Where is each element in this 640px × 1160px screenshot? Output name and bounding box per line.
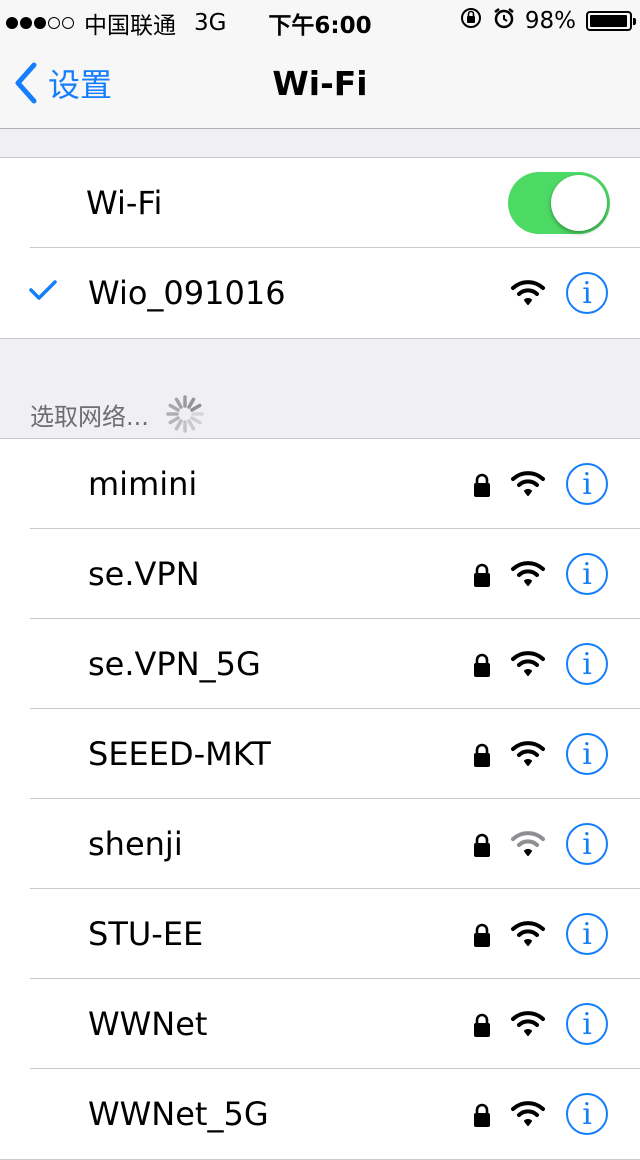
status-bar: 中国联通 3G 下午6:00 98% [0, 0, 640, 40]
wifi-signal-icon [511, 1101, 545, 1126]
network-row[interactable]: WWNet i [0, 979, 640, 1069]
wifi-signal-icon [511, 280, 545, 305]
lock-icon [474, 743, 490, 767]
info-button[interactable]: i [566, 553, 608, 595]
wifi-settings-group: Wi-Fi Wio_091016 i [0, 157, 640, 339]
network-name: SEEED-MKT [88, 735, 271, 773]
wifi-toggle-row: Wi-Fi [0, 158, 640, 248]
lock-icon [474, 473, 490, 497]
alarm-icon [493, 7, 515, 35]
network-name: STU-EE [88, 915, 204, 953]
network-row[interactable]: STU-EE i [0, 889, 640, 979]
navigation-bar: 设置 Wi-Fi [0, 40, 640, 129]
battery-icon [586, 11, 636, 31]
info-button[interactable]: i [566, 823, 608, 865]
network-row[interactable]: SEEED-MKT i [0, 709, 640, 799]
wifi-signal-icon [511, 741, 545, 766]
choose-network-label: 选取网络... [30, 402, 149, 431]
checkmark-icon [29, 280, 57, 300]
rotation-lock-icon [459, 6, 483, 36]
page-title: Wi-Fi [272, 64, 368, 103]
lock-icon [474, 563, 490, 587]
info-button[interactable]: i [566, 733, 608, 775]
network-name: shenji [88, 825, 183, 863]
wifi-signal-icon [511, 831, 545, 856]
lock-icon [474, 833, 490, 857]
wifi-toggle-label: Wi-Fi [86, 184, 163, 222]
choose-network-header: 选取网络... [30, 394, 205, 434]
network-name: mimini [88, 465, 198, 503]
info-button[interactable]: i [566, 1003, 608, 1045]
info-button[interactable]: i [566, 643, 608, 685]
network-row[interactable]: se.VPN i [0, 529, 640, 619]
network-row[interactable]: shenji i [0, 799, 640, 889]
wifi-signal-icon [511, 921, 545, 946]
info-button[interactable]: i [566, 463, 608, 505]
loading-spinner-icon [166, 395, 204, 433]
connected-network-name: Wio_091016 [88, 274, 286, 312]
network-list: mimini i se.VPN i se.VPN_5G i SEEED-MKT … [0, 438, 640, 1160]
network-row[interactable]: WWNet_5G i [0, 1069, 640, 1159]
network-row[interactable]: se.VPN_5G i [0, 619, 640, 709]
info-button[interactable]: i [566, 272, 608, 314]
network-name: se.VPN [88, 555, 200, 593]
network-name: se.VPN_5G [88, 645, 261, 683]
wifi-signal-icon [511, 561, 545, 586]
info-button[interactable]: i [566, 913, 608, 955]
battery-percent: 98% [524, 8, 576, 34]
lock-icon [474, 923, 490, 947]
lock-icon [474, 1013, 490, 1037]
network-row[interactable]: mimini i [0, 439, 640, 529]
network-name: WWNet_5G [88, 1095, 269, 1133]
network-name: WWNet [88, 1005, 208, 1043]
connected-network-row[interactable]: Wio_091016 i [0, 248, 640, 338]
wifi-signal-icon [511, 471, 545, 496]
wifi-toggle-switch[interactable] [508, 172, 610, 234]
wifi-signal-icon [511, 651, 545, 676]
wifi-signal-icon [511, 1011, 545, 1036]
info-button[interactable]: i [566, 1093, 608, 1135]
lock-icon [474, 1103, 490, 1127]
lock-icon [474, 653, 490, 677]
